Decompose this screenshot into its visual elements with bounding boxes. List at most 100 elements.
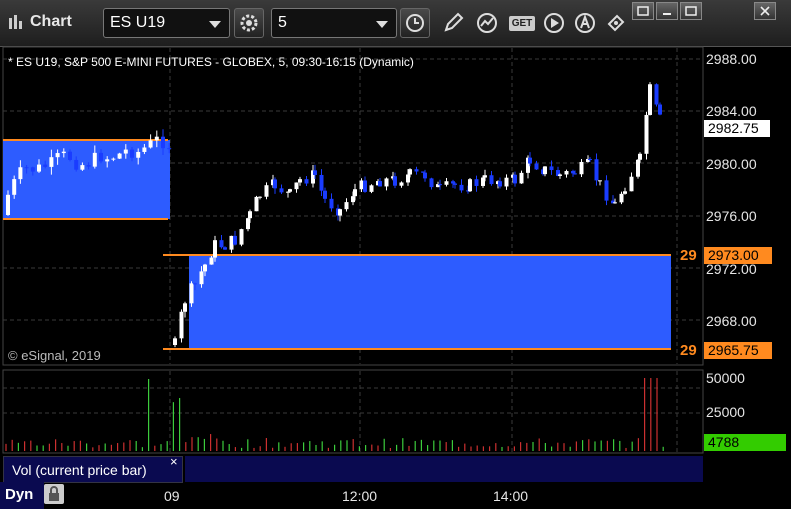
price-bar-body bbox=[453, 183, 457, 185]
price-bar-body bbox=[254, 196, 259, 212]
price-bar-body bbox=[246, 218, 250, 230]
price-bar-body bbox=[504, 177, 509, 187]
price-tick: 2976.00 bbox=[706, 208, 757, 224]
price-bar-body bbox=[329, 198, 334, 209]
price-bar-body bbox=[654, 84, 659, 105]
price-bar-body bbox=[571, 171, 575, 174]
price-bar-body bbox=[513, 174, 517, 184]
price-tick: 2968.00 bbox=[706, 313, 757, 329]
price-bar-body bbox=[213, 240, 217, 258]
price-bar-body bbox=[573, 173, 577, 175]
price-bar-body bbox=[489, 175, 494, 185]
price-bar-body bbox=[298, 179, 302, 183]
price-bar-body bbox=[203, 264, 207, 272]
price-bar-body bbox=[264, 185, 269, 197]
volume-study-label[interactable]: Vol (current price bar) bbox=[3, 456, 183, 483]
price-bar-body bbox=[209, 257, 214, 265]
price-bar-body bbox=[483, 175, 487, 178]
price-bar-body bbox=[319, 174, 324, 191]
price-bar-body bbox=[353, 189, 357, 197]
price-bar-body bbox=[451, 181, 455, 184]
price-bar-body bbox=[623, 191, 627, 194]
price-bar-body bbox=[534, 163, 539, 170]
price-bar-body bbox=[30, 167, 35, 172]
price-bar-body bbox=[594, 159, 599, 181]
price-bar-body bbox=[258, 196, 262, 198]
lock-button[interactable] bbox=[44, 484, 64, 504]
dynamic-mode-button[interactable]: Dyn bbox=[0, 482, 44, 509]
chart-header: * ES U19, S&P 500 E-MINI FUTURES - GLOBE… bbox=[8, 55, 414, 69]
price-bar-body bbox=[613, 202, 617, 204]
price-bar-body bbox=[154, 136, 159, 141]
price-bar-body bbox=[604, 180, 609, 201]
lower-range-band bbox=[189, 255, 671, 349]
price-bar-body bbox=[598, 180, 602, 182]
price-bar-body bbox=[393, 176, 397, 186]
price-bar-body bbox=[37, 164, 41, 172]
price-bar-body bbox=[74, 159, 79, 170]
price-bar-body bbox=[123, 149, 128, 154]
price-bar-body bbox=[49, 157, 54, 167]
price-bar-body bbox=[24, 167, 29, 169]
price-bar-body bbox=[528, 157, 532, 164]
price-tick: 2984.00 bbox=[706, 103, 757, 119]
price-bar-body bbox=[481, 177, 485, 186]
price-bar-body bbox=[233, 235, 237, 245]
price-bar-body bbox=[117, 153, 122, 159]
price-chart[interactable] bbox=[0, 0, 791, 509]
price-bar-body bbox=[61, 151, 66, 154]
price-bar-body bbox=[363, 180, 367, 192]
volume-current-tag: 4788 bbox=[704, 434, 786, 451]
price-bar-body bbox=[136, 151, 141, 158]
price-bar-body bbox=[173, 338, 177, 345]
price-bar-body bbox=[359, 180, 364, 190]
price-bar-body bbox=[384, 178, 389, 187]
price-bar-body bbox=[558, 174, 562, 176]
price-bar-body bbox=[414, 169, 419, 172]
price-bar-body bbox=[80, 165, 85, 170]
price-bar-body bbox=[323, 190, 327, 199]
price-bar-body bbox=[579, 161, 584, 175]
price-bar-body bbox=[148, 140, 153, 148]
price-bar-body bbox=[239, 229, 244, 245]
price-bar-body bbox=[130, 149, 134, 158]
price-tick: 2980.00 bbox=[706, 156, 757, 172]
price-bar-body bbox=[378, 181, 382, 187]
watermark: © eSignal, 2019 bbox=[8, 348, 101, 363]
price-bar-body bbox=[399, 182, 404, 186]
price-bar-body bbox=[648, 84, 652, 115]
price-bar-body bbox=[167, 148, 172, 150]
price-bar-body bbox=[55, 153, 60, 158]
close-study-icon[interactable]: × bbox=[170, 454, 178, 469]
price-tick: 2988.00 bbox=[706, 51, 757, 67]
time-tick: 14:00 bbox=[493, 488, 529, 504]
price-bar-body bbox=[543, 166, 547, 175]
price-bar-body bbox=[459, 184, 464, 191]
price-bar-body bbox=[644, 114, 649, 154]
price-bar-body bbox=[344, 202, 349, 210]
price-bar-body bbox=[105, 159, 110, 162]
volume-tick: 50000 bbox=[706, 370, 745, 386]
price-bar-body bbox=[6, 194, 10, 215]
price-bar-body bbox=[286, 191, 290, 193]
price-bar-body bbox=[248, 211, 252, 219]
price-bar-body bbox=[519, 172, 524, 184]
price-bar-body bbox=[658, 104, 662, 115]
price-bar-body bbox=[629, 176, 634, 192]
price-bar-body bbox=[68, 151, 72, 160]
current-price-tag: 2982.75 bbox=[704, 120, 770, 137]
price-bar-body bbox=[18, 167, 23, 180]
level-lower-tag: 2965.75 bbox=[704, 342, 772, 359]
price-bar-body bbox=[429, 178, 434, 188]
price-bar-body bbox=[183, 303, 187, 312]
level-upper-marker: 29 bbox=[680, 247, 697, 264]
price-bar-body bbox=[338, 209, 342, 216]
time-tick: 12:00 bbox=[342, 488, 378, 504]
level-upper-tag: 2973.00 bbox=[704, 247, 772, 264]
price-bar-body bbox=[273, 179, 277, 189]
price-bar-body bbox=[179, 311, 184, 339]
price-bar-body bbox=[619, 193, 624, 203]
price-bar-body bbox=[444, 181, 449, 185]
price-bar-body bbox=[351, 196, 355, 203]
price-bar-body bbox=[638, 153, 642, 160]
